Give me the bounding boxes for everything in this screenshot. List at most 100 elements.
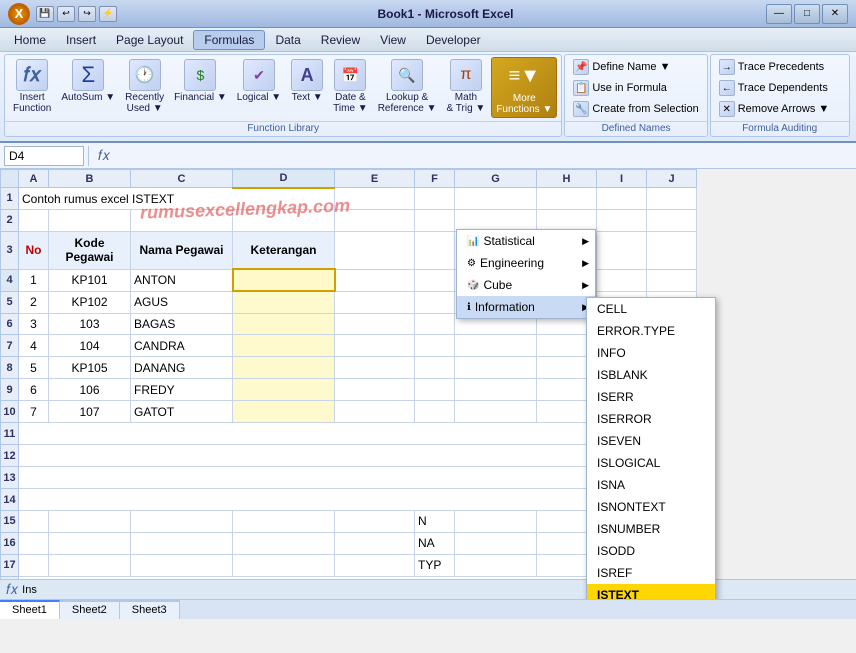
dropdown-item-statistical[interactable]: 📊 Statistical — [457, 230, 595, 252]
col-header-e[interactable]: E — [335, 170, 415, 188]
submenu-item-info[interactable]: INFO — [587, 342, 715, 364]
submenu-item-cell[interactable]: CELL — [587, 298, 715, 320]
cell-a8[interactable]: 5 — [19, 357, 49, 379]
menu-data[interactable]: Data — [265, 31, 310, 49]
lookup-reference-button[interactable]: 🔍 Lookup &Reference ▼ — [374, 57, 441, 116]
cell-e7[interactable] — [335, 335, 415, 357]
cell-d17[interactable] — [233, 554, 335, 576]
quick-btn[interactable]: ⚡ — [99, 6, 117, 22]
cell-c10[interactable]: GATOT — [131, 401, 233, 423]
trace-precedents-button[interactable]: → Trace Precedents — [715, 57, 828, 77]
menu-home[interactable]: Home — [4, 31, 56, 49]
cell-f16[interactable]: NA — [415, 532, 455, 554]
window-controls[interactable]: — □ ✕ — [766, 4, 848, 24]
cell-e1[interactable] — [335, 188, 415, 210]
recently-used-button[interactable]: 🕐 RecentlyUsed ▼ — [121, 57, 168, 116]
cell-g9[interactable] — [455, 379, 537, 401]
cell-b4[interactable]: KP101 — [49, 269, 131, 291]
submenu-item-isref[interactable]: ISREF — [587, 562, 715, 584]
more-functions-button[interactable]: ≡▼ MoreFunctions ▼ — [491, 57, 557, 118]
cell-g8[interactable] — [455, 357, 537, 379]
cell-e16[interactable] — [335, 532, 415, 554]
date-time-button[interactable]: 📅 Date &Time ▼ — [329, 57, 372, 116]
cell-g17[interactable] — [455, 554, 537, 576]
cell-j3[interactable] — [647, 231, 697, 269]
create-from-selection-button[interactable]: 🔧 Create from Selection — [569, 99, 702, 119]
cell-c9[interactable]: FREDY — [131, 379, 233, 401]
submenu-item-isnumber[interactable]: ISNUMBER — [587, 518, 715, 540]
cell-d10[interactable] — [233, 401, 335, 423]
remove-arrows-button[interactable]: ✕ Remove Arrows ▼ — [715, 99, 834, 119]
cell-c15[interactable] — [131, 510, 233, 532]
save-btn[interactable]: 💾 — [36, 6, 54, 22]
cell-b9[interactable]: 106 — [49, 379, 131, 401]
cell-i1[interactable] — [597, 188, 647, 210]
cell-e15[interactable] — [335, 510, 415, 532]
col-header-g[interactable]: G — [455, 170, 537, 188]
submenu-item-iserror[interactable]: ISERROR — [587, 408, 715, 430]
math-trig-button[interactable]: π Math& Trig ▼ — [443, 57, 490, 116]
cell-f15[interactable]: N — [415, 510, 455, 532]
cell-d15[interactable] — [233, 510, 335, 532]
quick-access-toolbar[interactable]: 💾 ↩ ↪ ⚡ — [36, 6, 117, 22]
submenu-item-isna[interactable]: ISNA — [587, 474, 715, 496]
menu-view[interactable]: View — [370, 31, 416, 49]
cell-f6[interactable] — [415, 313, 455, 335]
cell-f17[interactable]: TYP — [415, 554, 455, 576]
cell-c3[interactable]: Nama Pegawai — [131, 231, 233, 269]
cell-a17[interactable] — [19, 554, 49, 576]
insert-function-button[interactable]: 𝑓𝑥 InsertFunction — [9, 57, 55, 116]
close-btn[interactable]: ✕ — [822, 4, 848, 24]
cell-j4[interactable] — [647, 269, 697, 291]
cell-d5[interactable] — [233, 291, 335, 313]
text-button[interactable]: A Text ▼ — [287, 57, 327, 105]
cell-g15[interactable] — [455, 510, 537, 532]
cell-d7[interactable] — [233, 335, 335, 357]
menu-formulas[interactable]: Formulas — [193, 30, 265, 50]
autosum-button[interactable]: Σ AutoSum ▼ — [57, 57, 119, 105]
cell-a16[interactable] — [19, 532, 49, 554]
formula-input[interactable] — [119, 146, 852, 166]
cell-b16[interactable] — [49, 532, 131, 554]
cell-b3[interactable]: Kode Pegawai — [49, 231, 131, 269]
col-header-b[interactable]: B — [49, 170, 131, 188]
submenu-item-islogical[interactable]: ISLOGICAL — [587, 452, 715, 474]
cell-i3[interactable] — [597, 231, 647, 269]
sheet-tab-2[interactable]: Sheet2 — [60, 600, 120, 619]
menu-developer[interactable]: Developer — [416, 31, 491, 49]
submenu-item-isblank[interactable]: ISBLANK — [587, 364, 715, 386]
cell-b15[interactable] — [49, 510, 131, 532]
col-header-d[interactable]: D — [233, 170, 335, 188]
cell-c4[interactable]: ANTON — [131, 269, 233, 291]
cell-a3[interactable]: No — [19, 231, 49, 269]
cell-c16[interactable] — [131, 532, 233, 554]
cell-c5[interactable]: AGUS — [131, 291, 233, 313]
cell-d9[interactable] — [233, 379, 335, 401]
cell-g16[interactable] — [455, 532, 537, 554]
undo-btn[interactable]: ↩ — [57, 6, 75, 22]
use-in-formula-button[interactable]: 📋 Use in Formula — [569, 78, 671, 98]
logical-button[interactable]: ✔ Logical ▼ — [233, 57, 285, 105]
menu-insert[interactable]: Insert — [56, 31, 106, 49]
cell-i4[interactable] — [597, 269, 647, 291]
cell-f5[interactable] — [415, 291, 455, 313]
dropdown-item-cube[interactable]: 🎲 Cube — [457, 274, 595, 296]
cell-e2[interactable] — [335, 209, 415, 231]
cell-b6[interactable]: 103 — [49, 313, 131, 335]
cell-j2[interactable] — [647, 209, 697, 231]
cell-e4[interactable] — [335, 269, 415, 291]
financial-button[interactable]: $ Financial ▼ — [170, 57, 231, 105]
cell-f7[interactable] — [415, 335, 455, 357]
cell-a7[interactable]: 4 — [19, 335, 49, 357]
cell-i2[interactable] — [597, 209, 647, 231]
cell-b7[interactable]: 104 — [49, 335, 131, 357]
cell-f1[interactable] — [415, 188, 455, 210]
cell-d4-selected[interactable] — [233, 269, 335, 291]
cell-c17[interactable] — [131, 554, 233, 576]
cell-e10[interactable] — [335, 401, 415, 423]
cell-f9[interactable] — [415, 379, 455, 401]
submenu-item-iseven[interactable]: ISEVEN — [587, 430, 715, 452]
cell-c6[interactable]: BAGAS — [131, 313, 233, 335]
menu-review[interactable]: Review — [311, 31, 370, 49]
cell-a10[interactable]: 7 — [19, 401, 49, 423]
